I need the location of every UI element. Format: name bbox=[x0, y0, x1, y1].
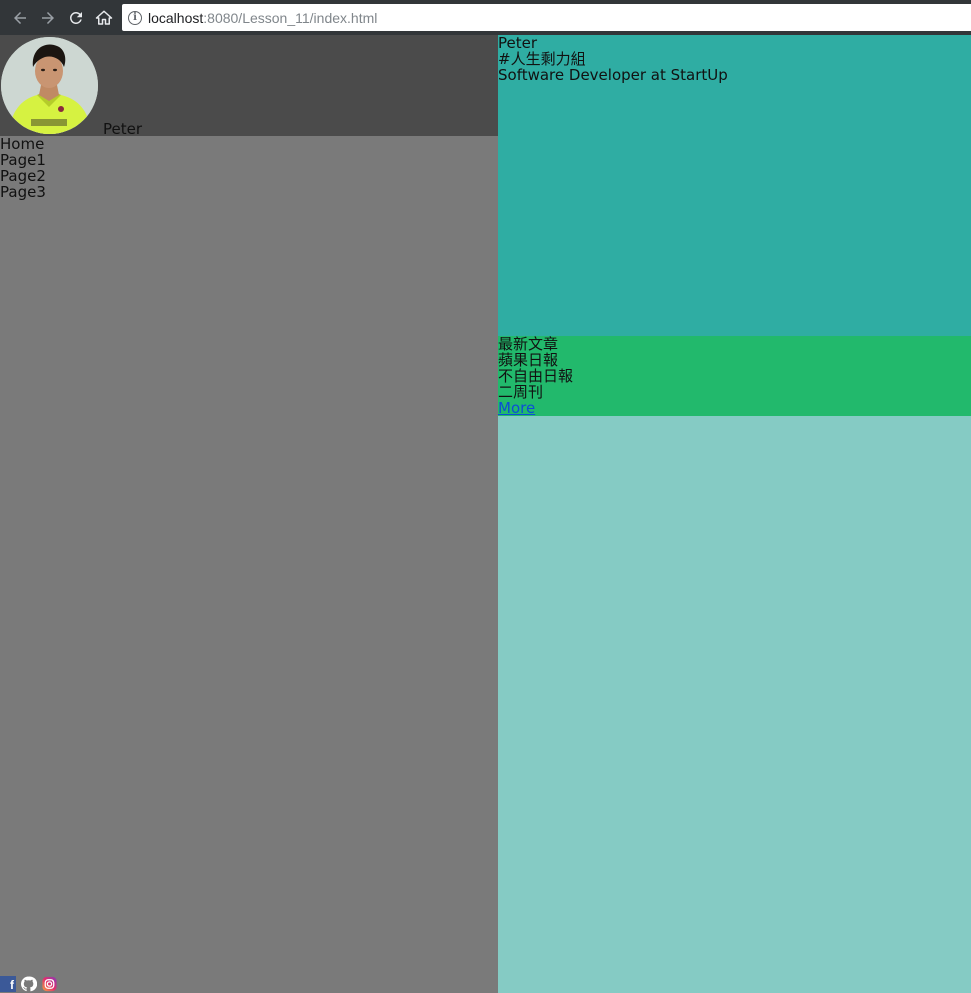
info-icon[interactable]: i bbox=[128, 10, 142, 25]
facebook-icon[interactable]: f bbox=[0, 975, 16, 992]
nav-item-page1[interactable]: Page1 bbox=[0, 152, 46, 168]
latest-articles-panel: 最新文章 蘋果日報 不自由日報 二周刊 More bbox=[498, 336, 971, 416]
avatar bbox=[1, 37, 98, 134]
left-sidebar: Peter Home Page1 Page2 Page3 f bbox=[0, 35, 498, 993]
reload-button[interactable] bbox=[62, 4, 90, 32]
arrow-left-icon bbox=[14, 11, 26, 24]
url-path: :8080/Lesson_11/index.html bbox=[203, 9, 378, 26]
nav-menu: Home Page1 Page2 Page3 bbox=[0, 136, 46, 200]
article-item: 二周刊 bbox=[498, 383, 544, 401]
profile-header: Peter bbox=[0, 35, 498, 138]
nav-item-page3[interactable]: Page3 bbox=[0, 184, 46, 200]
browser-toolbar: i localhost :8080/Lesson_11/index.html bbox=[0, 0, 971, 35]
social-links: f bbox=[0, 975, 58, 992]
avatar-photo bbox=[1, 37, 98, 134]
main-content: Peter #人生剩力組 Software Developer at Start… bbox=[498, 35, 971, 993]
arrow-right-icon bbox=[42, 11, 54, 24]
article-item: 不自由日報 bbox=[498, 367, 574, 385]
address-bar[interactable]: i localhost :8080/Lesson_11/index.html bbox=[122, 4, 971, 31]
forward-button[interactable] bbox=[34, 4, 62, 32]
back-button[interactable] bbox=[6, 4, 34, 32]
reload-icon bbox=[69, 11, 82, 24]
articles-title: 最新文章 bbox=[498, 335, 559, 353]
bio-tagline: #人生剩力組 bbox=[498, 50, 586, 68]
home-button[interactable] bbox=[90, 4, 118, 32]
bio-panel: Peter #人生剩力組 Software Developer at Start… bbox=[498, 35, 971, 336]
more-link[interactable]: More bbox=[498, 400, 971, 416]
bio-name: Peter bbox=[498, 34, 538, 52]
nav-item-home[interactable]: Home bbox=[0, 136, 46, 152]
home-icon bbox=[95, 10, 113, 25]
nav-item-page2[interactable]: Page2 bbox=[0, 168, 46, 184]
profile-name: Peter bbox=[103, 120, 143, 138]
github-icon[interactable] bbox=[20, 975, 37, 992]
bio-job: Software Developer at StartUp bbox=[498, 66, 728, 84]
url-host: localhost bbox=[148, 9, 204, 26]
instagram-icon[interactable] bbox=[41, 975, 58, 992]
article-item: 蘋果日報 bbox=[498, 351, 559, 369]
